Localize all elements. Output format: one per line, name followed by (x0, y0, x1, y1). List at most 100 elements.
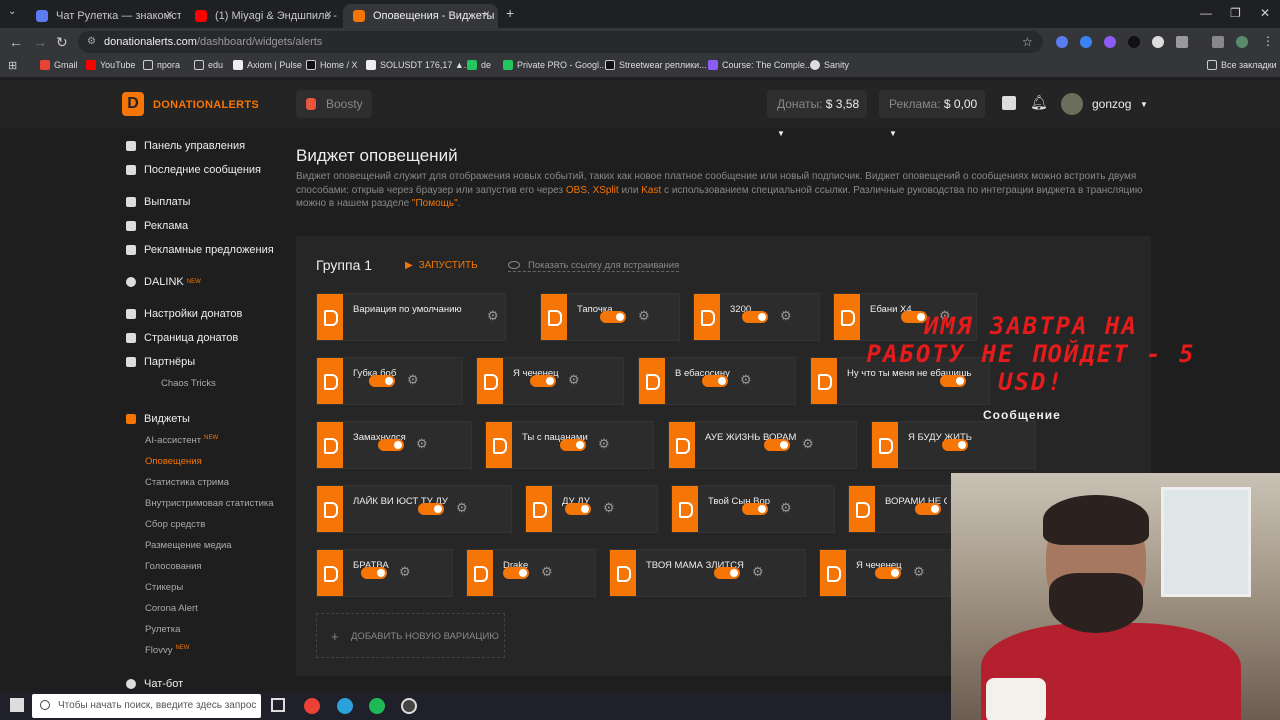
variation-card[interactable]: Drake ⚙ (466, 549, 596, 597)
extension-icon[interactable] (1104, 36, 1116, 48)
gear-icon[interactable]: ⚙ (603, 500, 615, 516)
sidebar-item-payouts[interactable]: Выплаты (126, 196, 190, 208)
bookmark-star-icon[interactable]: ☆ (1022, 31, 1033, 53)
variation-toggle[interactable] (600, 311, 626, 323)
sidebar-sub-ai-assistant[interactable]: AI-ассистент NEW (145, 435, 218, 446)
variation-toggle[interactable] (418, 503, 444, 515)
variation-card[interactable]: Я чеченец ⚙ (476, 357, 624, 405)
forward-icon[interactable]: → (33, 34, 47, 50)
profile-avatar[interactable] (1236, 36, 1248, 48)
bell-icon[interactable]: 🔔︎ (1030, 94, 1048, 111)
sidebar-item-donation-settings[interactable]: Настройки донатов (126, 308, 242, 320)
bookmark-item[interactable]: Private PRO - Googl... (503, 60, 607, 70)
variation-toggle[interactable] (503, 567, 529, 579)
new-tab-button[interactable]: + (506, 5, 514, 21)
site-info-icon[interactable]: ⚙ (87, 31, 96, 53)
variation-card[interactable]: Ты с пацанами ⚙ (485, 421, 654, 469)
variation-card[interactable]: АУЕ ЖИЗНЬ ВОРАМ ⚙ (668, 421, 857, 469)
bookmark-item[interactable]: Sanity (810, 60, 849, 70)
variation-card[interactable]: Я БУДУ ЖИТЬ⚙ (871, 421, 1036, 469)
reading-list-icon[interactable] (1212, 36, 1224, 48)
variation-toggle[interactable] (764, 439, 790, 451)
telegram-icon[interactable] (337, 698, 353, 714)
gear-icon[interactable]: ⚙ (752, 564, 764, 580)
variation-card[interactable]: БРАТВА ⚙ (316, 549, 453, 597)
variation-card[interactable]: Губка боб ⚙ (316, 357, 463, 405)
ads-balance-dropdown[interactable]: Реклама: $ 0,00 ▼ (879, 90, 985, 138)
variation-toggle[interactable] (742, 311, 768, 323)
extension-icon[interactable] (1128, 36, 1140, 48)
obs-icon[interactable] (401, 698, 417, 714)
sidebar-sub-media[interactable]: Размещение медиа (145, 540, 232, 551)
variation-card[interactable]: ЛАЙК ВИ ЮСТ ТУ ДУ ⚙ (316, 485, 512, 533)
gear-icon[interactable]: ⚙ (568, 372, 580, 388)
sidebar-item-chaos-tricks[interactable]: Chaos Tricks (161, 378, 216, 389)
donationalerts-logo-icon[interactable]: D (122, 92, 144, 116)
windows-start-icon[interactable] (10, 698, 24, 712)
reload-icon[interactable]: ↻ (56, 34, 68, 51)
sidebar-item-ad-offers[interactable]: Рекламные предложения (126, 244, 274, 256)
kast-link[interactable]: Kast (641, 185, 661, 196)
sidebar-item-dashboard[interactable]: Панель управления (126, 140, 245, 152)
donations-balance-dropdown[interactable]: Донаты: $ 3,58 ▼ (767, 90, 867, 138)
sidebar-sub-flovvy[interactable]: Flovvy NEW (145, 645, 189, 656)
obs-link[interactable]: OBS (566, 185, 587, 196)
variation-card[interactable]: Твой Сын Вор ⚙ (671, 485, 835, 533)
variation-toggle[interactable] (915, 503, 941, 515)
launch-button[interactable]: ▶ ЗАПУСТИТЬ (405, 260, 478, 271)
browser-menu-icon[interactable]: ⋮ (1262, 34, 1274, 48)
bookmark-item[interactable]: YouTube (86, 60, 135, 70)
sidebar-item-partners[interactable]: Партнёры (126, 356, 195, 368)
xsplit-link[interactable]: XSplit (593, 185, 619, 196)
avatar[interactable] (1061, 93, 1083, 115)
variation-card[interactable]: В ебасосину ⚙ (638, 357, 796, 405)
sidebar-item-donation-page[interactable]: Страница донатов (126, 332, 238, 344)
variation-card[interactable]: 3200 ⚙ (693, 293, 820, 341)
sidebar-item-dalink[interactable]: DALINK NEW (126, 276, 201, 288)
spotify-icon[interactable] (369, 698, 385, 714)
variation-toggle[interactable] (530, 375, 556, 387)
back-icon[interactable]: ← (9, 34, 23, 50)
tab-chat-roulette[interactable]: Чат Рулетка — знакомства и общение × (26, 4, 181, 28)
bookmark-item[interactable]: SOLUSDT 176,17 ▲... (366, 60, 471, 70)
extension-icon[interactable] (1080, 36, 1092, 48)
url-input[interactable]: ⚙ donationalerts.com/dashboard/widgets/a… (78, 31, 1043, 53)
bookmark-folder[interactable]: прога (143, 60, 180, 70)
bookmark-item[interactable]: Streetwear реплики... (605, 60, 707, 70)
variation-card[interactable]: ВОРАМИ НЕ СТ⚙ (848, 485, 951, 533)
gear-icon[interactable]: ⚙ (407, 372, 419, 388)
sidebar-item-chatbot[interactable]: Чат-бот (126, 678, 183, 690)
tab-close-icon[interactable]: × (325, 7, 332, 21)
boosty-button[interactable]: Boosty (296, 90, 372, 118)
tab-close-icon[interactable]: × (483, 7, 490, 21)
taskbar-search-input[interactable]: Чтобы начать поиск, введите здесь запрос (32, 694, 261, 718)
gear-icon[interactable]: ⚙ (638, 308, 650, 324)
variation-toggle[interactable] (378, 439, 404, 451)
sidebar-sub-alerts[interactable]: Оповещения (145, 456, 202, 467)
gear-icon[interactable]: ⚙ (399, 564, 411, 580)
variation-toggle[interactable] (361, 567, 387, 579)
sidebar-item-ads[interactable]: Реклама (126, 220, 188, 232)
sidebar-sub-stream-stats[interactable]: Статистика стрима (145, 477, 229, 488)
variation-toggle[interactable] (875, 567, 901, 579)
sidebar-sub-roulette[interactable]: Рулетка (145, 624, 180, 635)
tab-close-icon[interactable]: × (166, 7, 173, 21)
bookmark-folder[interactable]: edu (194, 60, 223, 70)
bookmark-item[interactable]: de (467, 60, 491, 70)
show-embed-link[interactable]: Показать ссылку для встраивания (508, 260, 680, 272)
extensions-puzzle-icon[interactable] (1176, 36, 1188, 48)
variation-toggle[interactable] (714, 567, 740, 579)
gear-icon[interactable]: ⚙ (740, 372, 752, 388)
bookmark-item[interactable]: Gmail (40, 60, 78, 70)
variation-card[interactable]: Вариация по умолчанию ⚙ (316, 293, 506, 341)
tab-search-chevron-icon[interactable]: ⌄ (8, 6, 16, 17)
gear-icon[interactable]: ⚙ (802, 436, 814, 452)
sidebar-sub-fundraising[interactable]: Сбор средств (145, 519, 205, 530)
variation-toggle[interactable] (742, 503, 768, 515)
sidebar-item-recent-messages[interactable]: Последние сообщения (126, 164, 261, 176)
extension-icon[interactable] (1152, 36, 1164, 48)
tab-donationalerts[interactable]: Оповещения - Виджеты - DonationAlerts × (343, 4, 498, 28)
caret-down-icon[interactable]: ▼ (1140, 100, 1148, 109)
news-icon[interactable] (1002, 96, 1016, 110)
variation-card[interactable]: Замахнулся ⚙ (316, 421, 472, 469)
